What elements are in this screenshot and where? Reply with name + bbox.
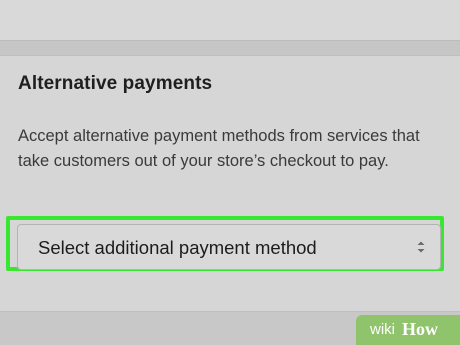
section-title: Alternative payments (18, 73, 213, 94)
card-gap (0, 41, 460, 55)
section-description: Accept alternative payment methods from … (18, 127, 420, 170)
watermark-how: How (402, 319, 438, 339)
select-value: Select additional payment method (38, 237, 317, 258)
watermark-wiki: wiki (370, 321, 395, 338)
previous-card (0, 0, 460, 41)
wikihow-watermark: wiki How (356, 315, 460, 345)
up-down-chevron-icon (416, 239, 426, 255)
payment-method-select[interactable]: Select additional payment method (17, 224, 441, 270)
